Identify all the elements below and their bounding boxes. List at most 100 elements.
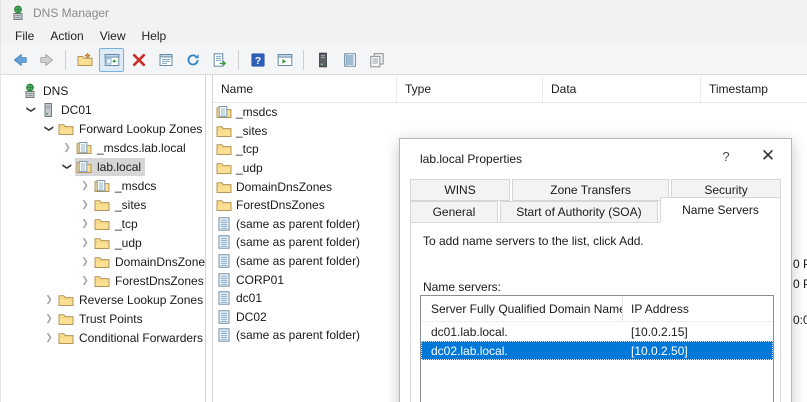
tree-node[interactable]: Forward Lookup Zones — [57, 120, 206, 138]
collapsed-chevron-icon[interactable]: ❯ — [41, 332, 57, 343]
record-icon — [216, 272, 232, 288]
record-list-button[interactable] — [337, 48, 362, 72]
tab-wins[interactable]: WINS — [410, 179, 510, 201]
tree-item-msdcs[interactable]: ❯ _msdcs — [1, 176, 205, 195]
dialog-help-button[interactable]: ? — [715, 149, 737, 164]
collapsed-chevron-icon[interactable]: ❯ — [59, 142, 75, 153]
tree-item-msdcs-lab-local[interactable]: ❯_msdcs.lab.local — [1, 138, 205, 157]
tree-item-tcp[interactable]: ❯_tcp — [1, 214, 205, 233]
forward-button[interactable] — [34, 48, 59, 72]
tree-node[interactable]: Conditional Forwarders — [57, 329, 206, 347]
expanded-chevron-icon[interactable]: ❯ — [26, 102, 37, 118]
tree-item-sites[interactable]: ❯ _sites — [1, 195, 205, 214]
tree-item-forward-lookup-zones[interactable]: ❯Forward Lookup Zones — [1, 119, 205, 138]
tree-node[interactable]: _msdcs — [93, 177, 160, 195]
tree-item-label: _msdcs — [115, 179, 156, 193]
tree-node[interactable]: DomainDnsZones — [93, 253, 206, 271]
toolbar-separator — [238, 50, 239, 70]
tree-item-label: DC01 — [61, 103, 92, 117]
clipped-timestamp-text: 0 P — [793, 277, 807, 291]
menu-file[interactable]: File — [7, 29, 42, 43]
column-header-name[interactable]: Name — [213, 75, 397, 102]
tree-node[interactable]: DC01 — [39, 101, 96, 119]
collapsed-chevron-icon[interactable]: ❯ — [77, 237, 93, 248]
folder-icon — [94, 273, 110, 289]
menu-help[interactable]: Help — [134, 29, 175, 43]
tree-node[interactable]: _sites — [93, 196, 150, 214]
tree-item-label: _sites — [115, 198, 146, 212]
folder-icon — [58, 330, 74, 346]
collapsed-chevron-icon[interactable]: ❯ — [41, 294, 57, 305]
collapsed-chevron-icon[interactable]: ❯ — [41, 313, 57, 324]
back-button[interactable] — [7, 48, 32, 72]
tab-name-servers[interactable]: Name Servers — [660, 197, 781, 223]
tree-node[interactable]: lab.local — [75, 158, 145, 176]
delete-button[interactable] — [126, 48, 151, 72]
delete-icon — [131, 52, 147, 68]
dialog-close-button[interactable]: ✕ — [755, 146, 781, 166]
expanded-chevron-icon[interactable]: ❯ — [62, 159, 73, 175]
tree-node[interactable]: ForestDnsZones — [93, 272, 206, 290]
tree-item-trust-points[interactable]: ❯ Trust Points — [1, 309, 205, 328]
show-console-tree-button[interactable] — [99, 48, 124, 72]
folder-icon — [94, 235, 110, 251]
name-servers-tab-panel: To add name servers to the list, click A… — [410, 222, 781, 402]
tree-node[interactable]: Trust Points — [57, 310, 147, 328]
tree-item-domaindnszones[interactable]: ❯DomainDnsZones — [1, 252, 205, 271]
collapsed-chevron-icon[interactable]: ❯ — [77, 275, 93, 286]
help-button[interactable]: ? — [245, 48, 270, 72]
collapsed-chevron-icon[interactable]: ❯ — [77, 256, 93, 267]
tree-node[interactable]: DNS — [21, 82, 72, 100]
tree-item-conditional-forwarders[interactable]: ❯Conditional Forwarders — [1, 328, 205, 347]
ip-address-column-header[interactable]: IP Address — [622, 296, 773, 321]
menu-action[interactable]: Action — [42, 29, 91, 43]
show-window-icon — [277, 52, 293, 68]
collapsed-chevron-icon[interactable]: ❯ — [77, 180, 93, 191]
column-header-data[interactable]: Data — [543, 75, 701, 102]
export-list-button[interactable] — [207, 48, 232, 72]
record-row-msdcs[interactable]: _msdcs — [213, 103, 807, 122]
tree-node[interactable]: _udp — [93, 234, 146, 252]
tree-item-label: Reverse Lookup Zones — [79, 293, 203, 307]
zone-icon — [94, 178, 110, 194]
menu-view[interactable]: View — [92, 29, 134, 43]
record-name: ForestDnsZones — [236, 198, 325, 212]
server-button[interactable] — [310, 48, 335, 72]
column-header-type[interactable]: Type — [397, 75, 543, 102]
titlebar: DNS Manager — [1, 0, 807, 26]
collapsed-chevron-icon[interactable]: ❯ — [77, 199, 93, 210]
show-console-tree-icon — [104, 52, 120, 68]
tree-item-dns[interactable]: DNS — [1, 81, 205, 100]
name-server-row-dc01-lab-local[interactable]: dc01.lab.local.[10.0.2.15] — [421, 322, 773, 341]
copy-button[interactable] — [364, 48, 389, 72]
record-name: (same as parent folder) — [236, 254, 360, 268]
fqdn-column-header[interactable]: Server Fully Qualified Domain Name (FQDN… — [421, 296, 622, 321]
tab-start-of-authority-soa[interactable]: Start of Authority (SOA) — [500, 201, 658, 223]
tree-item-forestdnszones[interactable]: ❯ForestDnsZones — [1, 271, 205, 290]
tree-item-dc01[interactable]: ❯ DC01 — [1, 100, 205, 119]
tab-zone-transfers[interactable]: Zone Transfers — [512, 179, 669, 201]
tree-item-reverse-lookup-zones[interactable]: ❯ Reverse Lookup Zones — [1, 290, 205, 309]
refresh-button[interactable] — [180, 48, 205, 72]
console-tree: DNS❯DC01❯Forward Lookup Zones❯_msdcs.lab… — [1, 75, 206, 402]
collapsed-chevron-icon[interactable]: ❯ — [77, 218, 93, 229]
folder-icon — [58, 121, 74, 137]
name-server-row-dc02-lab-local[interactable]: dc02.lab.local.[10.0.2.50] — [421, 341, 773, 360]
tab-general[interactable]: General — [410, 201, 498, 223]
tree-item-label: Trust Points — [79, 312, 143, 326]
tree-item-udp[interactable]: ❯_udp — [1, 233, 205, 252]
dns-root-icon — [22, 83, 38, 99]
properties-button[interactable] — [153, 48, 178, 72]
toolbar-separator — [65, 50, 66, 70]
show-window-button[interactable] — [272, 48, 297, 72]
tree-node[interactable]: _tcp — [93, 215, 142, 233]
zone-icon — [216, 104, 232, 120]
help-icon: ? — [250, 52, 266, 68]
tree-node[interactable]: _msdcs.lab.local — [75, 139, 190, 157]
tree-item-lab-local[interactable]: ❯lab.local — [1, 157, 205, 176]
ip-address-cell: [10.0.2.15] — [622, 325, 773, 339]
column-header-timestamp[interactable]: Timestamp — [701, 75, 807, 102]
tree-node[interactable]: Reverse Lookup Zones — [57, 291, 206, 309]
up-one-level-button[interactable] — [72, 48, 97, 72]
expanded-chevron-icon[interactable]: ❯ — [44, 121, 55, 137]
